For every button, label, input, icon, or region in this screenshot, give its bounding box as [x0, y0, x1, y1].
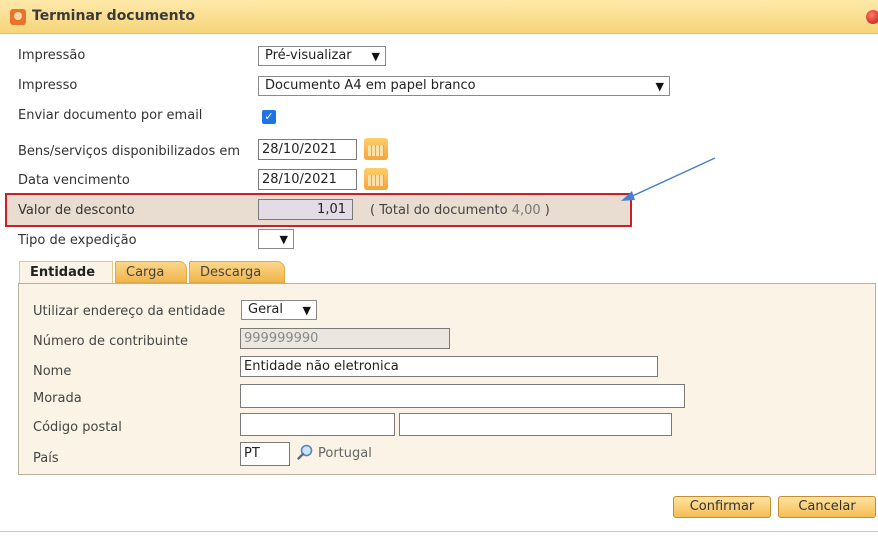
- impressao-label: Impressão: [18, 48, 86, 63]
- tab-entidade[interactable]: Entidade: [19, 261, 113, 283]
- valor-desconto-label: Valor de desconto: [18, 203, 135, 218]
- nome-input[interactable]: Entidade não eletronica: [240, 356, 658, 377]
- bens-servicos-date-input[interactable]: 28/10/2021: [258, 139, 357, 160]
- valor-desconto-input[interactable]: 1,01: [258, 199, 353, 220]
- impresso-label: Impresso: [18, 78, 78, 93]
- morada-input[interactable]: [240, 384, 685, 408]
- chevron-down-icon: ▼: [371, 50, 380, 63]
- data-vencimento-label: Data vencimento: [18, 173, 130, 188]
- chevron-down-icon: ▼: [279, 233, 288, 246]
- impressao-select[interactable]: Pré-visualizar ▼: [258, 46, 386, 66]
- pais-name: Portugal: [318, 446, 372, 461]
- total-documento-text: ( Total do documento 4,00 ): [370, 203, 550, 218]
- chevron-down-icon: ▼: [655, 80, 664, 93]
- bottom-divider: [0, 531, 878, 532]
- chevron-down-icon: ▼: [302, 304, 311, 317]
- utilizar-endereco-value: Geral: [248, 302, 283, 317]
- enviar-email-checkbox[interactable]: ✓: [262, 110, 276, 124]
- codigo-postal-input-1[interactable]: [240, 413, 395, 436]
- total-suffix: ): [540, 203, 550, 218]
- tab-descarga[interactable]: Descarga: [189, 261, 285, 283]
- confirm-button[interactable]: Confirmar: [673, 496, 771, 518]
- data-vencimento-date-input[interactable]: 28/10/2021: [258, 169, 357, 190]
- total-prefix: ( Total do documento: [370, 203, 512, 218]
- tipo-expedicao-select[interactable]: ▼: [258, 229, 294, 249]
- total-value: 4,00: [511, 203, 541, 218]
- enviar-email-label: Enviar documento por email: [18, 108, 203, 123]
- cancel-button[interactable]: Cancelar: [778, 496, 876, 518]
- pais-label: País: [33, 451, 59, 466]
- nome-label: Nome: [33, 364, 72, 379]
- bens-servicos-label: Bens/serviços disponibilizados em: [18, 144, 241, 159]
- numero-contribuinte-input[interactable]: 999999990: [240, 328, 450, 349]
- impresso-select[interactable]: Documento A4 em papel branco ▼: [258, 76, 670, 96]
- tipo-expedicao-label: Tipo de expedição: [18, 233, 137, 248]
- morada-label: Morada: [33, 391, 82, 406]
- calendar-icon[interactable]: [364, 168, 388, 190]
- window-title: Terminar documento: [32, 8, 195, 24]
- codigo-postal-label: Código postal: [33, 420, 122, 435]
- utilizar-endereco-label: Utilizar endereço da entidade: [33, 304, 226, 319]
- impresso-value: Documento A4 em papel branco: [265, 78, 476, 93]
- numero-contribuinte-label: Número de contribuinte: [33, 334, 188, 349]
- impressao-value: Pré-visualizar: [265, 48, 352, 63]
- pais-code-input[interactable]: PT: [240, 442, 290, 466]
- utilizar-endereco-select[interactable]: Geral ▼: [241, 300, 317, 320]
- window-titlebar: Terminar documento: [0, 0, 878, 34]
- calendar-icon[interactable]: [364, 138, 388, 160]
- tab-carga[interactable]: Carga: [115, 261, 187, 283]
- app-logo-icon: [10, 9, 26, 25]
- magnifier-icon[interactable]: [297, 444, 313, 460]
- codigo-postal-input-2[interactable]: [399, 413, 672, 436]
- close-icon[interactable]: [866, 10, 878, 24]
